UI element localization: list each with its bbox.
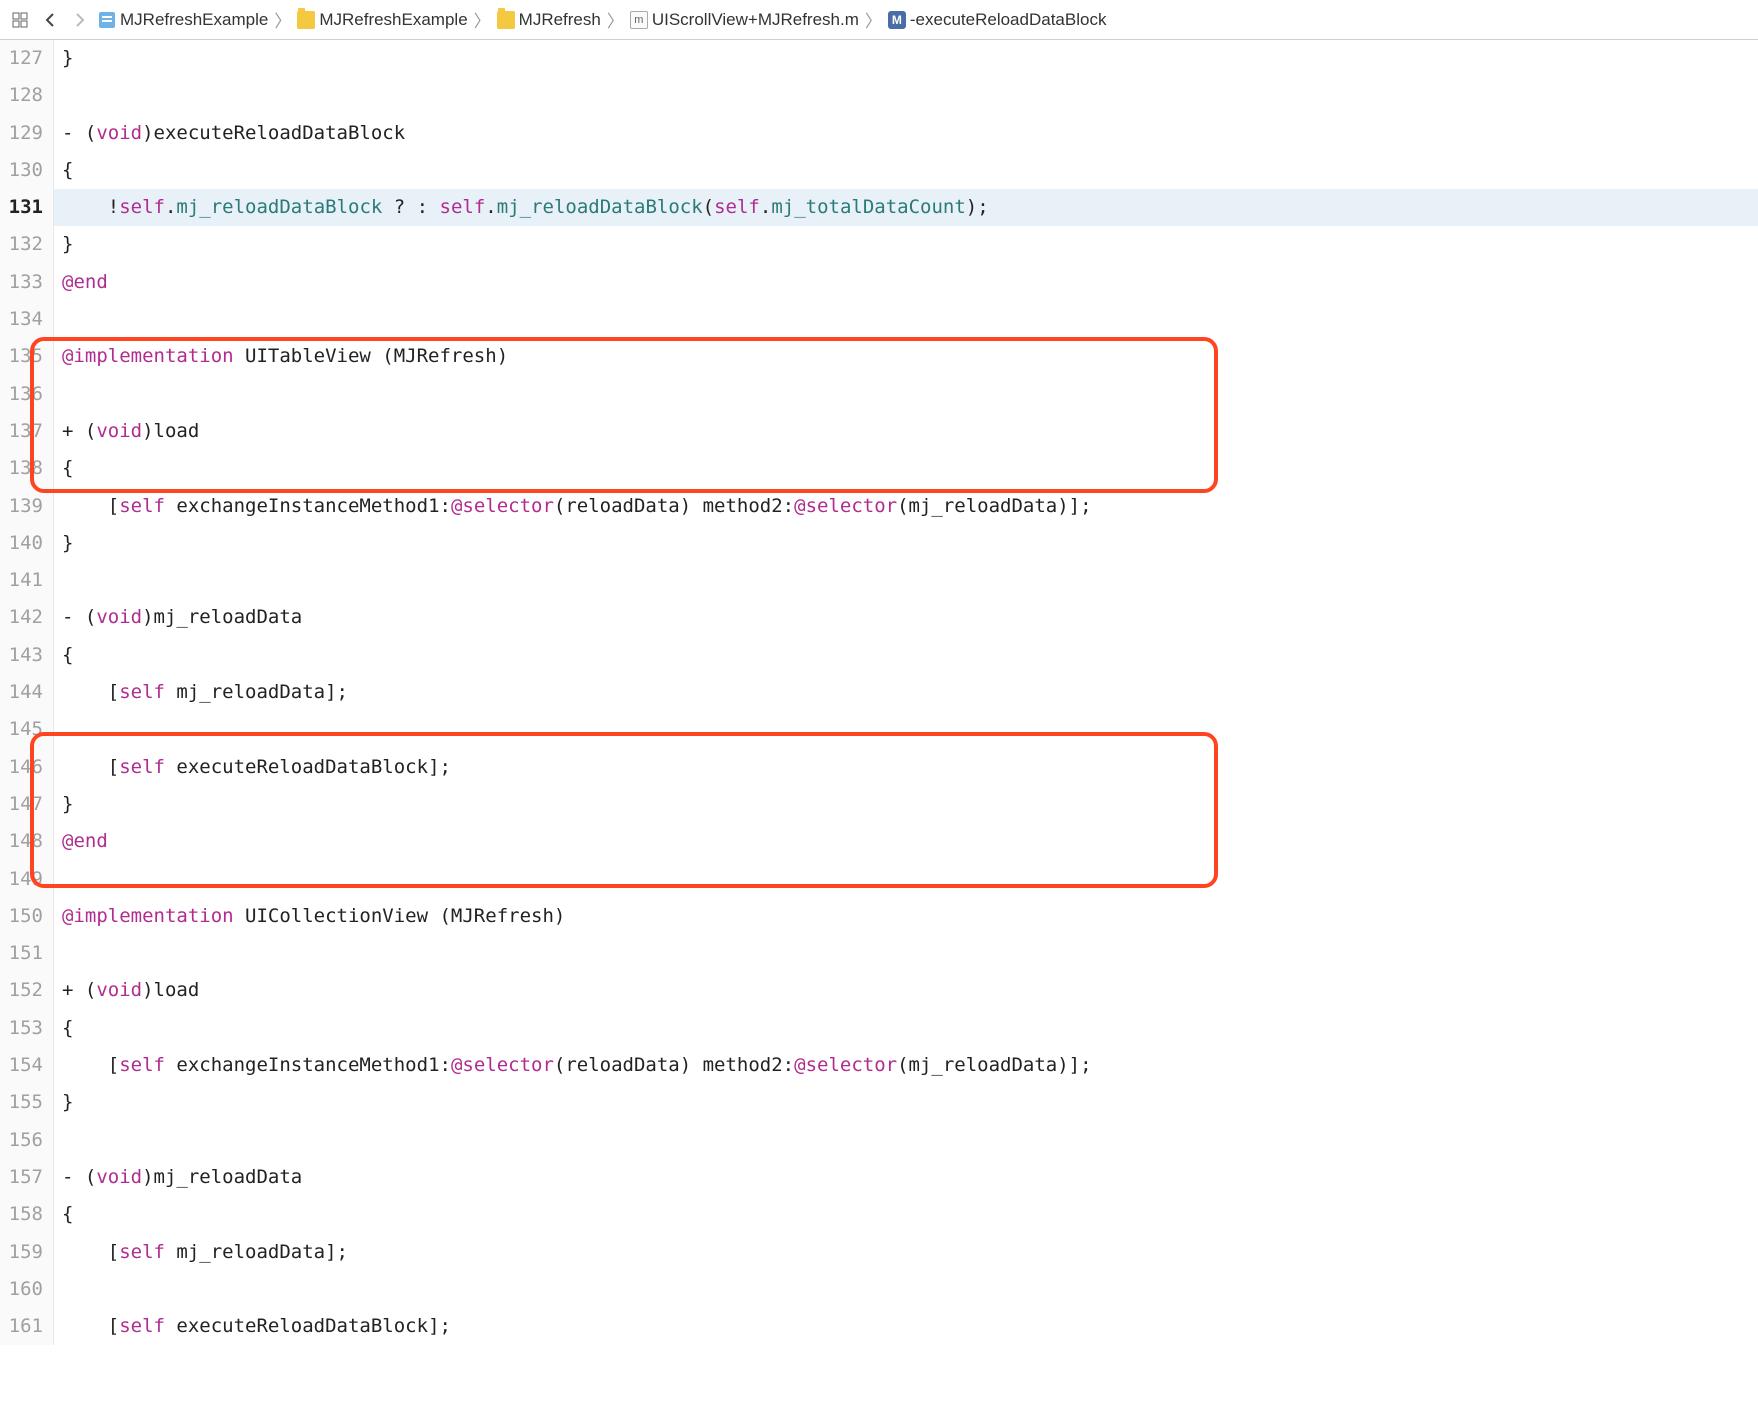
line-number: 148	[0, 823, 43, 860]
code-line[interactable]: + (void)load	[54, 972, 1758, 1009]
code-line[interactable]: }	[54, 226, 1758, 263]
line-number: 159	[0, 1234, 43, 1271]
line-number: 151	[0, 935, 43, 972]
code-line[interactable]	[54, 77, 1758, 114]
chevron-right-icon: 〉	[472, 7, 493, 32]
code-line[interactable]: - (void)mj_reloadData	[54, 1159, 1758, 1196]
line-number: 137	[0, 413, 43, 450]
line-number: 144	[0, 674, 43, 711]
back-button[interactable]	[38, 8, 62, 32]
editor-toolbar: MJRefreshExample 〉 MJRefreshExample 〉 MJ…	[0, 0, 1758, 40]
line-number: 156	[0, 1122, 43, 1159]
chevron-right-icon: 〉	[605, 7, 626, 32]
code-line[interactable]	[54, 935, 1758, 972]
breadcrumb-folder-1-label: MJRefreshExample	[319, 10, 467, 30]
code-line[interactable]: {	[54, 152, 1758, 189]
line-number: 138	[0, 450, 43, 487]
folder-icon	[297, 11, 315, 29]
line-number: 128	[0, 77, 43, 114]
code-line[interactable]	[54, 376, 1758, 413]
code-line[interactable]	[54, 301, 1758, 338]
line-number: 153	[0, 1010, 43, 1047]
code-line[interactable]	[54, 1271, 1758, 1308]
line-number: 134	[0, 301, 43, 338]
code-line[interactable]	[54, 562, 1758, 599]
code-line[interactable]: [self exchangeInstanceMethod1:@selector(…	[54, 488, 1758, 525]
line-number: 143	[0, 637, 43, 674]
line-number: 132	[0, 226, 43, 263]
line-number: 145	[0, 711, 43, 748]
m-file-icon: m	[630, 11, 648, 29]
code-line[interactable]: }	[54, 525, 1758, 562]
code-line[interactable]: [self mj_reloadData];	[54, 674, 1758, 711]
code-line[interactable]: - (void)executeReloadDataBlock	[54, 115, 1758, 152]
breadcrumb-folder-1[interactable]: MJRefreshExample	[297, 10, 467, 30]
line-number: 147	[0, 786, 43, 823]
code-line[interactable]: {	[54, 1196, 1758, 1233]
code-line[interactable]	[54, 1122, 1758, 1159]
code-line[interactable]: [self executeReloadDataBlock];	[54, 1308, 1758, 1345]
line-number: 139	[0, 488, 43, 525]
chevron-right-icon: 〉	[272, 7, 293, 32]
line-number: 150	[0, 898, 43, 935]
line-number: 154	[0, 1047, 43, 1084]
line-number: 149	[0, 861, 43, 898]
code-line[interactable]: }	[54, 1084, 1758, 1121]
code-line[interactable]: {	[54, 450, 1758, 487]
line-number: 140	[0, 525, 43, 562]
line-number: 155	[0, 1084, 43, 1121]
code-line[interactable]: [self mj_reloadData];	[54, 1234, 1758, 1271]
line-number: 157	[0, 1159, 43, 1196]
line-number: 158	[0, 1196, 43, 1233]
breadcrumb-folder-2[interactable]: MJRefresh	[497, 10, 601, 30]
line-number: 161	[0, 1308, 43, 1345]
line-number: 152	[0, 972, 43, 1009]
line-number: 127	[0, 40, 43, 77]
line-number: 136	[0, 376, 43, 413]
line-number: 130	[0, 152, 43, 189]
code-line[interactable]: @implementation UICollectionView (MJRefr…	[54, 898, 1758, 935]
breadcrumb-file-label: UIScrollView+MJRefresh.m	[652, 10, 859, 30]
breadcrumb-method-label: -executeReloadDataBlock	[910, 10, 1107, 30]
code-line[interactable]: - (void)mj_reloadData	[54, 599, 1758, 636]
code-line[interactable]: [self executeReloadDataBlock];	[54, 749, 1758, 786]
line-number: 133	[0, 264, 43, 301]
project-icon	[98, 11, 116, 29]
code-line[interactable]: {	[54, 1010, 1758, 1047]
related-items-icon[interactable]	[8, 8, 32, 32]
line-number-gutter: 127 128 129 130 131 132 133 134 135 136 …	[0, 40, 54, 1345]
breadcrumb-project-label: MJRefreshExample	[120, 10, 268, 30]
method-icon: M	[888, 11, 906, 29]
line-number-current: 131	[0, 189, 43, 226]
code-editor[interactable]: 127 128 129 130 131 132 133 134 135 136 …	[0, 40, 1758, 1345]
line-number: 141	[0, 562, 43, 599]
breadcrumb-folder-2-label: MJRefresh	[519, 10, 601, 30]
code-line-current[interactable]: !self.mj_reloadDataBlock ? : self.mj_rel…	[54, 189, 1758, 226]
line-number: 146	[0, 749, 43, 786]
code-line[interactable]: @end	[54, 823, 1758, 860]
code-line[interactable]: + (void)load	[54, 413, 1758, 450]
code-line[interactable]: @end	[54, 264, 1758, 301]
line-number: 160	[0, 1271, 43, 1308]
breadcrumb: MJRefreshExample 〉 MJRefreshExample 〉 MJ…	[98, 7, 1106, 32]
code-line[interactable]: }	[54, 786, 1758, 823]
line-number: 129	[0, 115, 43, 152]
line-number: 142	[0, 599, 43, 636]
code-line[interactable]: {	[54, 637, 1758, 674]
code-line[interactable]: [self exchangeInstanceMethod1:@selector(…	[54, 1047, 1758, 1084]
code-line[interactable]	[54, 861, 1758, 898]
breadcrumb-project[interactable]: MJRefreshExample	[98, 10, 268, 30]
line-number: 135	[0, 338, 43, 375]
code-line[interactable]: }	[54, 40, 1758, 77]
folder-icon	[497, 11, 515, 29]
code-line[interactable]: @implementation UITableView (MJRefresh)	[54, 338, 1758, 375]
code-area[interactable]: } - (void)executeReloadDataBlock { !self…	[54, 40, 1758, 1345]
breadcrumb-method[interactable]: M -executeReloadDataBlock	[888, 10, 1107, 30]
breadcrumb-file[interactable]: m UIScrollView+MJRefresh.m	[630, 10, 859, 30]
chevron-right-icon: 〉	[863, 7, 884, 32]
forward-button[interactable]	[68, 8, 92, 32]
code-line[interactable]	[54, 711, 1758, 748]
